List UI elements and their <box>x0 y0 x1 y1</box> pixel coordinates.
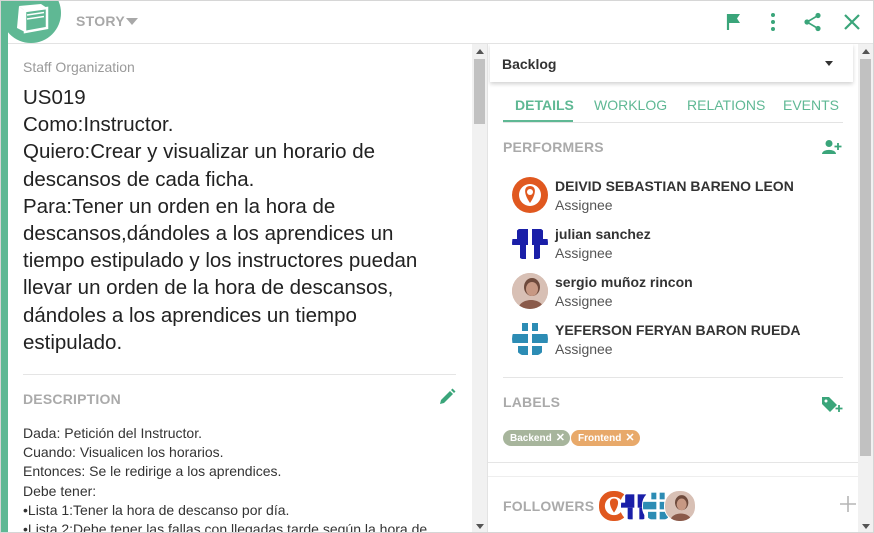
chevron-down-icon[interactable] <box>126 16 138 26</box>
book-icon <box>17 4 49 34</box>
divider <box>23 374 456 375</box>
avatar <box>512 321 548 357</box>
close-icon[interactable] <box>841 11 863 33</box>
performer-role: Assignee <box>555 341 613 357</box>
add-follower-icon[interactable] <box>840 496 856 512</box>
pencil-icon[interactable] <box>438 388 456 406</box>
performer-role: Assignee <box>555 245 613 261</box>
label-text: Backend <box>510 433 552 444</box>
tab-details[interactable]: DETAILS <box>515 97 574 113</box>
tab-events[interactable]: EVENTS <box>783 97 839 113</box>
performer-role: Assignee <box>555 293 613 309</box>
tab-worklog[interactable]: WORKLOG <box>594 97 667 113</box>
scroll-down-arrow-icon[interactable] <box>862 524 870 529</box>
scroll-up-arrow-icon[interactable] <box>862 49 870 54</box>
remove-label-icon[interactable]: ✕ <box>556 432 565 444</box>
caret-down-icon <box>825 61 833 66</box>
scroll-up-arrow-icon[interactable] <box>476 49 484 54</box>
right-scrollbar[interactable] <box>858 44 873 532</box>
left-scrollbar[interactable] <box>472 44 487 532</box>
status-dropdown[interactable]: Backlog <box>490 44 853 82</box>
accent-stripe <box>1 1 8 532</box>
performer-role: Assignee <box>555 197 613 213</box>
item-type-label[interactable]: STORY <box>76 13 125 29</box>
performer-item[interactable]: julian sanchez Assignee <box>512 225 842 265</box>
story-type-badge <box>1 1 61 43</box>
status-value: Backlog <box>502 56 557 72</box>
scrollbar-thumb[interactable] <box>860 59 871 456</box>
labels-heading: LABELS <box>503 394 561 410</box>
label-chip-backend[interactable]: Backend ✕ <box>503 430 570 446</box>
story-detail-window: STORY Staff Organization US019 Como:Inst… <box>0 0 874 533</box>
performer-item[interactable]: sergio muñoz rincon Assignee <box>512 273 842 313</box>
more-vertical-icon[interactable] <box>762 11 784 33</box>
divider <box>503 377 843 378</box>
performer-name: DEIVID SEBASTIAN BARENO LEON <box>555 178 794 194</box>
details-pane: Backlog DETAILS WORKLOG RELATIONS EVENTS… <box>488 44 858 532</box>
add-user-icon[interactable] <box>822 139 842 155</box>
story-title-text[interactable]: US019 Como:Instructor. Quiero:Crear y vi… <box>23 84 453 356</box>
tab-relations[interactable]: RELATIONS <box>687 97 765 113</box>
share-icon[interactable] <box>802 11 824 33</box>
divider <box>488 476 858 477</box>
performer-item[interactable]: YEFERSON FERYAN BARON RUEDA Assignee <box>512 321 842 361</box>
tab-bar: DETAILS WORKLOG RELATIONS EVENTS <box>503 96 843 123</box>
follower-avatar[interactable] <box>664 490 696 522</box>
performer-name: julian sanchez <box>555 226 651 242</box>
followers-heading: FOLLOWERS <box>503 498 595 514</box>
flag-icon[interactable] <box>723 11 745 33</box>
performer-name: sergio muñoz rincon <box>555 274 693 290</box>
remove-label-icon[interactable]: ✕ <box>625 432 634 444</box>
performer-name: YEFERSON FERYAN BARON RUEDA <box>555 322 801 338</box>
description-heading: DESCRIPTION <box>23 391 121 407</box>
scrollbar-thumb[interactable] <box>474 59 485 124</box>
add-label-icon[interactable] <box>821 395 843 413</box>
label-text: Frontend <box>578 433 622 444</box>
story-content-pane: Staff Organization US019 Como:Instructor… <box>8 44 471 532</box>
avatar <box>512 225 548 261</box>
performers-heading: PERFORMERS <box>503 139 604 155</box>
scroll-down-arrow-icon[interactable] <box>476 524 484 529</box>
divider <box>488 462 858 463</box>
avatar <box>512 177 548 213</box>
header-bar: STORY <box>1 1 873 44</box>
performer-item[interactable]: DEIVID SEBASTIAN BARENO LEON Assignee <box>512 177 842 217</box>
project-name: Staff Organization <box>23 59 135 75</box>
label-chip-frontend[interactable]: Frontend ✕ <box>571 430 640 446</box>
active-tab-indicator <box>503 120 573 122</box>
avatar <box>512 273 548 309</box>
description-text[interactable]: Dada: Petición del Instructor. Cuando: V… <box>23 424 463 532</box>
